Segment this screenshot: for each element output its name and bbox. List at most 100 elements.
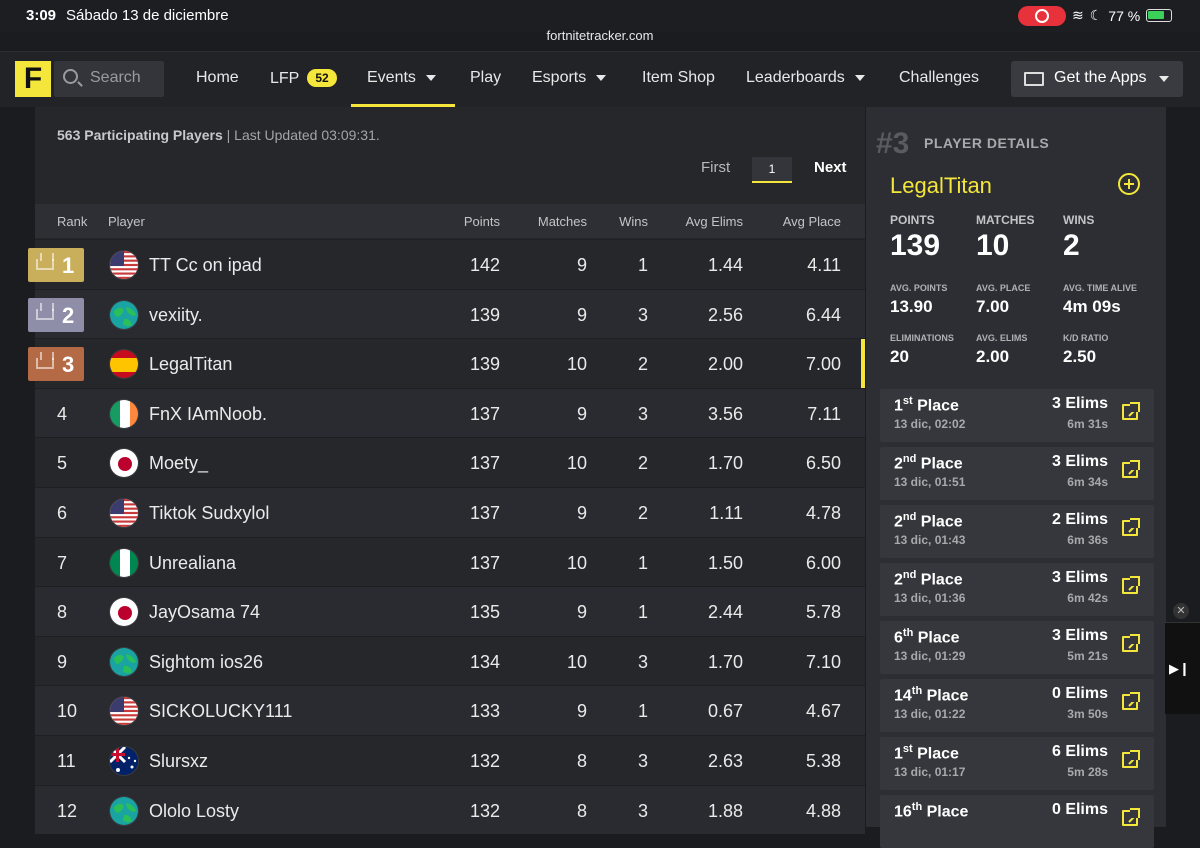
avg-elims-value: 1.50: [707, 552, 743, 573]
nav-leaderboards-label: Leaderboards: [746, 69, 845, 86]
table-row[interactable]: 9 Sightom ios26 134 10 3 1.70 7.10: [35, 635, 865, 686]
flag-ie-icon: [109, 398, 139, 429]
stat-avg-points-value: 13.90: [890, 297, 933, 316]
match-card[interactable]: 6th Place 13 dic, 01:29 3 Elims 5m 21s: [880, 621, 1154, 674]
nav-lfp-label: LFP: [270, 70, 300, 87]
nav-home[interactable]: Home: [196, 69, 239, 87]
site-logo[interactable]: F: [15, 61, 51, 97]
wins-value: 3: [637, 651, 648, 672]
match-date: 13 dic, 01:51: [894, 475, 966, 489]
nav-lfp[interactable]: LFP 52: [270, 69, 337, 88]
col-wins[interactable]: Wins: [619, 214, 648, 229]
mini-player[interactable]: ▶❙: [1165, 622, 1200, 714]
place-suffix: th: [911, 685, 923, 697]
pager-current-page[interactable]: 1: [752, 157, 792, 183]
table-header: Rank Player Points Matches Wins Avg Elim…: [35, 204, 865, 238]
col-points[interactable]: Points: [464, 214, 500, 229]
player-name[interactable]: Slursxz: [149, 751, 208, 772]
table-row[interactable]: 5 Moety_ 137 10 2 1.70 6.50: [35, 437, 865, 487]
col-player[interactable]: Player: [108, 214, 145, 229]
col-avg-place[interactable]: Avg Place: [783, 214, 841, 229]
pager-next[interactable]: Next: [814, 159, 847, 176]
match-card[interactable]: 2nd Place 13 dic, 01:51 3 Elims 6m 34s: [880, 447, 1154, 500]
match-card[interactable]: 2nd Place 13 dic, 01:43 2 Elims 6m 36s: [880, 505, 1154, 558]
stat-elims-value: 20: [890, 347, 909, 366]
pager-first[interactable]: First: [701, 159, 730, 176]
match-place: 16th Place: [894, 801, 968, 821]
place-suffix: st: [902, 395, 913, 407]
details-player-name[interactable]: LegalTitan: [890, 173, 992, 199]
leaderboard-meta: 563 Participating Players | Last Updated…: [57, 127, 380, 143]
nav-play-label: Play: [470, 69, 502, 86]
table-row[interactable]: 4 FnX IAmNoob. 137 9 3 3.56 7.11: [35, 387, 865, 438]
nav-challenges[interactable]: Challenges: [899, 69, 979, 87]
play-pause-icon[interactable]: ▶❙: [1169, 661, 1190, 677]
player-name[interactable]: JayOsama 74: [149, 602, 260, 623]
external-link-icon[interactable]: [1122, 576, 1140, 594]
add-circle-icon[interactable]: [1118, 173, 1140, 195]
nav-play[interactable]: Play: [470, 69, 501, 87]
table-row[interactable]: 1 TT Cc on ipad 142 9 1 1.44 4.11: [28, 239, 865, 289]
moon-icon: ☾: [1089, 7, 1103, 23]
points-value: 132: [469, 800, 500, 821]
search-box[interactable]: [54, 61, 164, 97]
stat-avg-time-value: 4m 09s: [1063, 297, 1121, 316]
points-value: 142: [469, 255, 500, 275]
external-link-icon[interactable]: [1122, 402, 1140, 420]
external-link-icon[interactable]: [1122, 460, 1140, 478]
place-number: 6: [894, 629, 903, 647]
table-row[interactable]: 7 Unrealiana 137 10 1 1.50 6.00: [35, 536, 865, 587]
nav-item-shop-label: Item Shop: [642, 69, 715, 86]
player-name[interactable]: Tiktok Sudxylol: [149, 503, 269, 524]
match-card[interactable]: 16th Place 0 Elims: [880, 795, 1154, 848]
place-number: 1: [894, 745, 903, 763]
crown-icon: [36, 302, 54, 320]
table-row[interactable]: 10 SICKOLUCKY111 133 9 1 0.67 4.67: [35, 685, 865, 735]
player-name[interactable]: TT Cc on ipad: [149, 255, 262, 276]
player-name[interactable]: SICKOLUCKY111: [149, 701, 292, 722]
match-card[interactable]: 14th Place 13 dic, 01:22 0 Elims 3m 50s: [880, 679, 1154, 732]
table-row[interactable]: 8 JayOsama 74 135 9 1 2.44 5.78: [35, 586, 865, 636]
search-icon: [63, 69, 78, 84]
match-card[interactable]: 2nd Place 13 dic, 01:36 3 Elims 6m 42s: [880, 563, 1154, 616]
table-row[interactable]: 2 vexiity. 139 9 3 2.56 6.44: [28, 288, 865, 339]
match-card[interactable]: 1st Place 13 dic, 02:02 3 Elims 6m 31s: [880, 389, 1154, 442]
get-apps-button[interactable]: Get the Apps: [1011, 61, 1183, 97]
nav-leaderboards[interactable]: Leaderboards: [746, 69, 865, 87]
nav-events[interactable]: Events: [367, 69, 436, 87]
external-link-icon[interactable]: [1122, 518, 1140, 536]
screen-record-icon[interactable]: [1018, 6, 1066, 26]
col-rank[interactable]: Rank: [57, 214, 87, 229]
col-matches[interactable]: Matches: [538, 214, 587, 229]
avg-elims-value: 1.44: [707, 255, 743, 275]
player-name[interactable]: FnX IAmNoob.: [149, 404, 267, 425]
player-name[interactable]: Ololo Losty: [149, 801, 239, 822]
selected-row-indicator: [861, 339, 865, 388]
player-name[interactable]: Sightom ios26: [149, 652, 263, 673]
nav-item-shop[interactable]: Item Shop: [642, 69, 715, 87]
avg-elims-value: 3.56: [707, 403, 743, 424]
flag-es-icon: [109, 349, 139, 380]
player-name[interactable]: Moety_: [149, 453, 208, 474]
player-name[interactable]: LegalTitan: [149, 354, 232, 375]
search-input[interactable]: [90, 69, 160, 87]
nav-esports[interactable]: Esports: [532, 69, 607, 87]
avg-place-value: 5.78: [805, 602, 841, 623]
url-bar[interactable]: fortnitetracker.com: [0, 28, 1200, 50]
player-name[interactable]: vexiity.: [149, 305, 203, 326]
player-name[interactable]: Unrealiana: [149, 553, 236, 574]
external-link-icon[interactable]: [1122, 808, 1140, 826]
col-avg-elims[interactable]: Avg Elims: [685, 214, 743, 229]
external-link-icon[interactable]: [1122, 692, 1140, 710]
table-row[interactable]: 3 LegalTitan 139 10 2 2.00 7.00: [28, 338, 865, 388]
match-card[interactable]: 1st Place 13 dic, 01:17 6 Elims 5m 28s: [880, 737, 1154, 790]
external-link-icon[interactable]: [1122, 750, 1140, 768]
avg-elims-value: 2.00: [707, 354, 743, 375]
close-icon[interactable]: ✕: [1173, 603, 1189, 619]
table-row[interactable]: 11 Slursxz 132 8 3 2.63 5.38: [35, 735, 865, 785]
avg-place-value: 7.00: [805, 354, 841, 375]
external-link-icon[interactable]: [1122, 634, 1140, 652]
table-row[interactable]: 6 Tiktok Sudxylol 137 9 2 1.11 4.78: [35, 487, 865, 537]
points-value: 134: [469, 651, 500, 672]
nav-home-label: Home: [196, 69, 239, 86]
